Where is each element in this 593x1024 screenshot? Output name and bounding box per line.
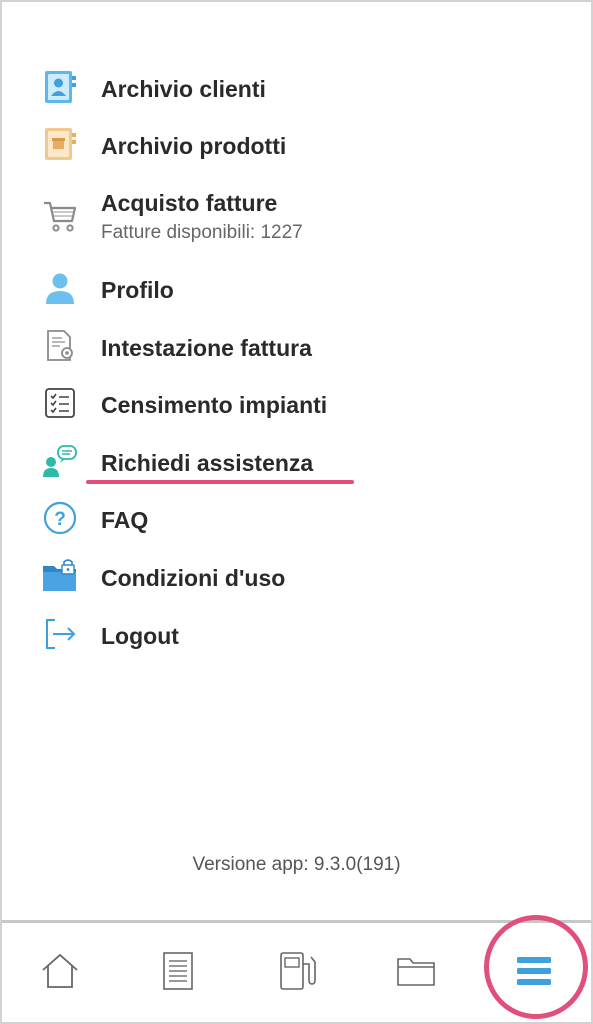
user-profile-icon: [42, 270, 78, 306]
nav-documents[interactable]: [154, 949, 202, 997]
highlight-underline: [86, 480, 354, 484]
available-invoices-count: Fatture disponibili: 1227: [101, 222, 303, 243]
products-book-icon: [42, 126, 78, 162]
menu-item-label: Richiedi assistenza: [101, 450, 314, 476]
menu-item-label: Intestazione fattura: [101, 335, 312, 361]
home-icon: [40, 952, 80, 995]
menu-item-label: Acquisto fatture: [101, 190, 278, 216]
nav-fuel[interactable]: [274, 949, 322, 997]
highlight-circle: [484, 915, 588, 1019]
menu-item-label: Archivio clienti: [101, 76, 266, 102]
logout-arrow-icon: [42, 616, 78, 652]
fuel-pump-icon: [277, 950, 319, 997]
menu-item-label: Censimento impianti: [101, 392, 328, 418]
menu-item-profilo[interactable]: Profilo: [0, 270, 593, 310]
shopping-cart-icon: [42, 198, 78, 234]
support-chat-icon: [42, 443, 78, 479]
menu-item-archivio-clienti[interactable]: Archivio clienti: [0, 69, 593, 109]
menu-item-label: Profilo: [101, 277, 174, 303]
menu-item-label: FAQ: [101, 507, 149, 533]
nav-folder[interactable]: [392, 949, 440, 997]
menu-item-intestazione-fattura[interactable]: Intestazione fattura: [0, 328, 593, 368]
menu-item-label: Logout: [101, 623, 179, 649]
menu-item-acquisto-fatture[interactable]: Acquisto fatture Fatture disponibili: 12…: [0, 186, 593, 250]
document-settings-icon: [42, 328, 78, 364]
menu-item-faq[interactable]: ? FAQ: [0, 500, 593, 540]
menu-item-label: Condizioni d'uso: [101, 565, 286, 591]
contacts-book-icon: [42, 69, 78, 105]
menu-item-richiedi-assistenza[interactable]: Richiedi assistenza: [0, 443, 593, 483]
menu-item-label: Archivio prodotti: [101, 133, 287, 159]
svg-text:?: ?: [54, 509, 66, 530]
checklist-icon: [42, 385, 78, 421]
menu-item-censimento-impianti[interactable]: Censimento impianti: [0, 385, 593, 425]
question-circle-icon: ?: [42, 500, 78, 536]
menu-item-condizioni-uso[interactable]: Condizioni d'uso: [0, 558, 593, 598]
app-version: Versione app: 9.3.0(191): [192, 854, 401, 875]
menu-item-archivio-prodotti[interactable]: Archivio prodotti: [0, 126, 593, 166]
nav-home[interactable]: [36, 949, 84, 997]
locked-folder-icon: [42, 558, 78, 594]
document-list-icon: [162, 951, 194, 996]
menu-item-logout[interactable]: Logout: [0, 616, 593, 656]
folder-icon: [396, 954, 436, 993]
